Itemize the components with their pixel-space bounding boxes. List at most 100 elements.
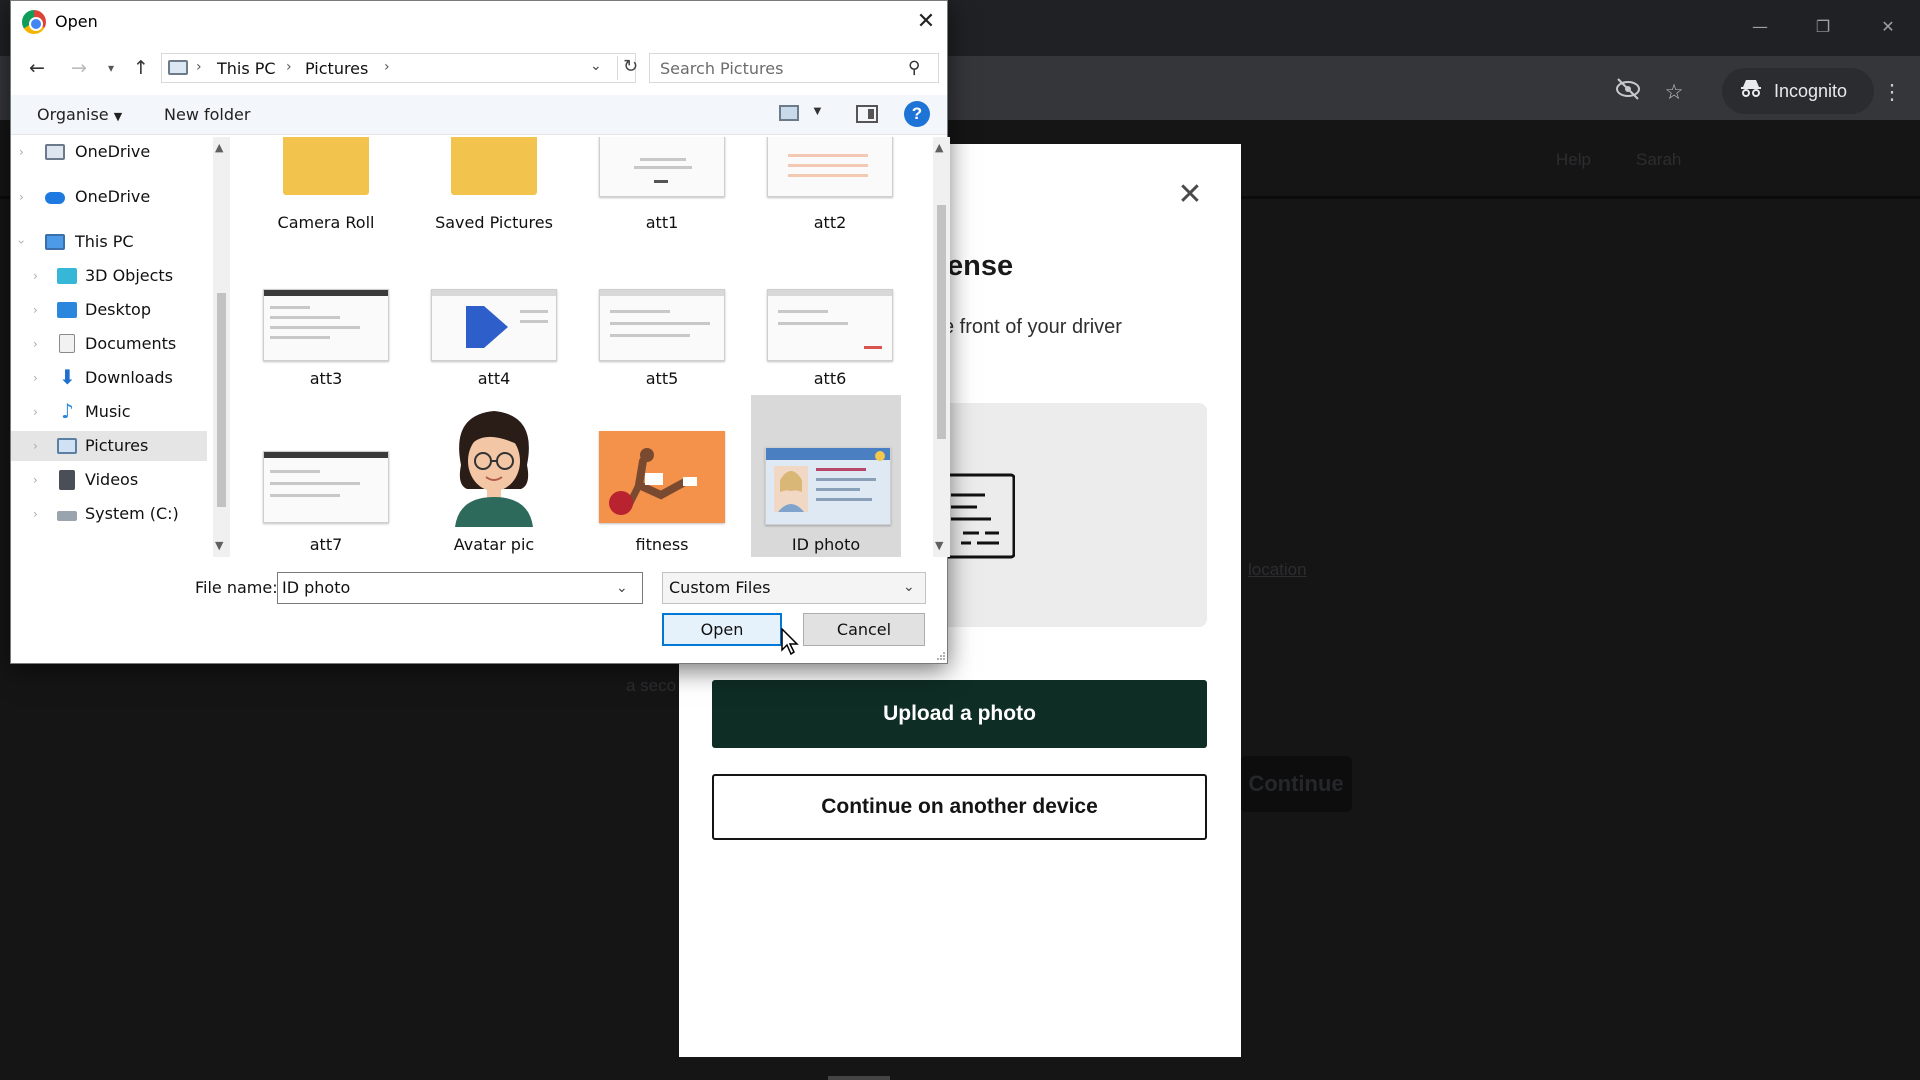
resize-grip-icon[interactable] [936, 651, 946, 661]
upload-photo-button[interactable]: Upload a photo [712, 680, 1207, 748]
background-continue-button[interactable]: Continue [1240, 756, 1352, 812]
forward-arrow-icon[interactable]: → [67, 56, 91, 80]
scroll-up-icon[interactable]: ▲ [215, 141, 223, 154]
file-item-camera-roll[interactable]: Camera Roll [251, 137, 401, 267]
more-menu-icon[interactable]: ⋮ [1875, 75, 1909, 109]
breadcrumb-this-pc[interactable]: This PC [217, 59, 276, 78]
file-item-att2[interactable]: att2 [755, 137, 905, 267]
thumbnail-detail [600, 290, 724, 296]
cancel-button[interactable]: Cancel [803, 613, 925, 646]
file-item-att1[interactable]: att1 [587, 137, 737, 267]
nav-item-videos[interactable]: › Videos [11, 465, 207, 495]
nav-item-downloads[interactable]: › ⬇ Downloads [11, 363, 207, 393]
expand-chevron-icon[interactable]: › [33, 363, 38, 393]
image-thumbnail [431, 289, 557, 361]
file-name: Camera Roll [277, 213, 375, 232]
scrollbar-thumb[interactable] [937, 205, 946, 439]
breadcrumb-pictures[interactable]: Pictures [305, 59, 368, 78]
file-list-scrollbar[interactable]: ▲ ▼ [933, 137, 950, 557]
up-arrow-icon[interactable]: ↑ [129, 56, 153, 80]
incognito-indicator[interactable]: Incognito [1722, 68, 1874, 114]
thumbnail-detail [270, 326, 360, 329]
modal-close-icon[interactable]: ✕ [1174, 180, 1206, 212]
expand-chevron-icon[interactable]: › [33, 329, 38, 359]
file-item-fitness[interactable]: fitness [587, 395, 737, 555]
thumbnail-detail [270, 482, 360, 485]
nav-item-music[interactable]: › ♪ Music [11, 397, 207, 427]
nav-item-this-pc[interactable]: › This PC [11, 227, 207, 257]
nav-item-desktop[interactable]: › Desktop [11, 295, 207, 325]
search-box[interactable]: ⚲ [649, 53, 939, 83]
thumbnail-detail [520, 310, 548, 313]
open-file-dialog: Open ✕ ← → ▾ ↑ › This PC › Pictures › ⌄ … [10, 0, 950, 664]
recent-locations-chevron-icon[interactable]: ▾ [99, 56, 123, 80]
nav-item-onedrive-folder[interactable]: › OneDrive [11, 137, 207, 167]
bookmark-star-icon[interactable]: ☆ [1657, 75, 1691, 109]
nav-item-pictures[interactable]: › Pictures [11, 431, 207, 461]
scroll-down-icon[interactable]: ▼ [215, 539, 223, 552]
preview-pane-icon[interactable] [856, 105, 878, 123]
file-name-combobox[interactable]: ⌄ [277, 572, 643, 604]
nav-item-documents[interactable]: › Documents [11, 329, 207, 359]
file-item-saved-pictures[interactable]: Saved Pictures [419, 137, 569, 267]
expand-chevron-icon[interactable]: › [33, 295, 38, 325]
file-name-dropdown-icon[interactable]: ⌄ [616, 579, 628, 596]
window-close-icon[interactable]: ✕ [1873, 14, 1903, 40]
restore-icon[interactable]: ❐ [1808, 14, 1838, 40]
scroll-up-icon[interactable]: ▲ [935, 141, 943, 154]
address-dropdown-icon[interactable]: ⌄ [590, 58, 602, 74]
expand-chevron-icon[interactable]: › [33, 499, 38, 529]
thumbnail-detail [768, 290, 892, 296]
view-options-chevron-icon[interactable]: ▼ [811, 103, 824, 118]
file-item-avatar-pic[interactable]: Avatar pic [419, 395, 569, 555]
search-input[interactable] [660, 58, 900, 78]
collapse-chevron-icon[interactable]: › [6, 240, 36, 245]
expand-chevron-icon[interactable]: › [19, 182, 24, 212]
file-name-label: File name: [195, 578, 278, 597]
nav-item-3d-objects[interactable]: › 3D Objects [11, 261, 207, 291]
3d-objects-icon [57, 268, 77, 284]
thumbnail-detail [610, 322, 710, 325]
thumbnail-detail [610, 310, 670, 313]
help-link[interactable]: Help [1556, 150, 1591, 170]
nav-item-system-c[interactable]: › System (C:) [11, 499, 207, 529]
open-button[interactable]: Open [662, 613, 782, 646]
minimize-icon[interactable]: — [1745, 14, 1775, 40]
account-menu[interactable]: Sarah [1636, 150, 1681, 170]
expand-chevron-icon[interactable]: › [33, 431, 38, 461]
file-name: att3 [309, 369, 343, 388]
address-bar[interactable]: › This PC › Pictures › ⌄ ↻ [161, 53, 638, 83]
pictures-icon [57, 438, 77, 454]
expand-chevron-icon[interactable]: › [33, 261, 38, 291]
location-link[interactable]: location [1248, 560, 1307, 580]
expand-chevron-icon[interactable]: › [19, 137, 24, 167]
file-item-att7[interactable]: att7 [251, 395, 401, 555]
thumbnail-detail [634, 166, 692, 169]
breadcrumb-separator: › [384, 59, 390, 75]
continue-on-another-device-button[interactable]: Continue on another device [712, 774, 1207, 840]
file-type-select[interactable]: Custom Files ⌄ [662, 572, 926, 604]
expand-chevron-icon[interactable]: › [33, 465, 38, 495]
organise-menu[interactable]: Organise ▼ [37, 105, 122, 124]
search-icon[interactable]: ⚲ [908, 58, 928, 78]
dialog-close-icon[interactable]: ✕ [911, 7, 941, 37]
new-folder-button[interactable]: New folder [164, 105, 250, 124]
file-type-dropdown-icon[interactable]: ⌄ [903, 579, 915, 595]
thumbnail-detail [778, 322, 848, 325]
nav-item-label: System (C:) [85, 504, 179, 523]
help-icon[interactable]: ? [904, 101, 930, 127]
change-view-icon[interactable] [779, 105, 799, 121]
file-item-id-photo[interactable]: ID photo [751, 395, 901, 557]
eye-off-icon[interactable] [1611, 75, 1645, 109]
image-thumbnail [263, 451, 389, 523]
scrollbar-thumb[interactable] [217, 293, 226, 507]
file-name-input[interactable] [282, 578, 602, 597]
navigation-scrollbar[interactable]: ▲ ▼ [213, 137, 230, 557]
refresh-icon[interactable]: ↻ [617, 56, 638, 80]
scroll-down-icon[interactable]: ▼ [935, 539, 943, 552]
nav-item-onedrive-cloud[interactable]: › OneDrive [11, 182, 207, 212]
back-arrow-icon[interactable]: ← [25, 56, 49, 80]
expand-chevron-icon[interactable]: › [33, 397, 38, 427]
thumbnail-detail [432, 290, 556, 296]
thumbnail-detail [264, 452, 388, 458]
